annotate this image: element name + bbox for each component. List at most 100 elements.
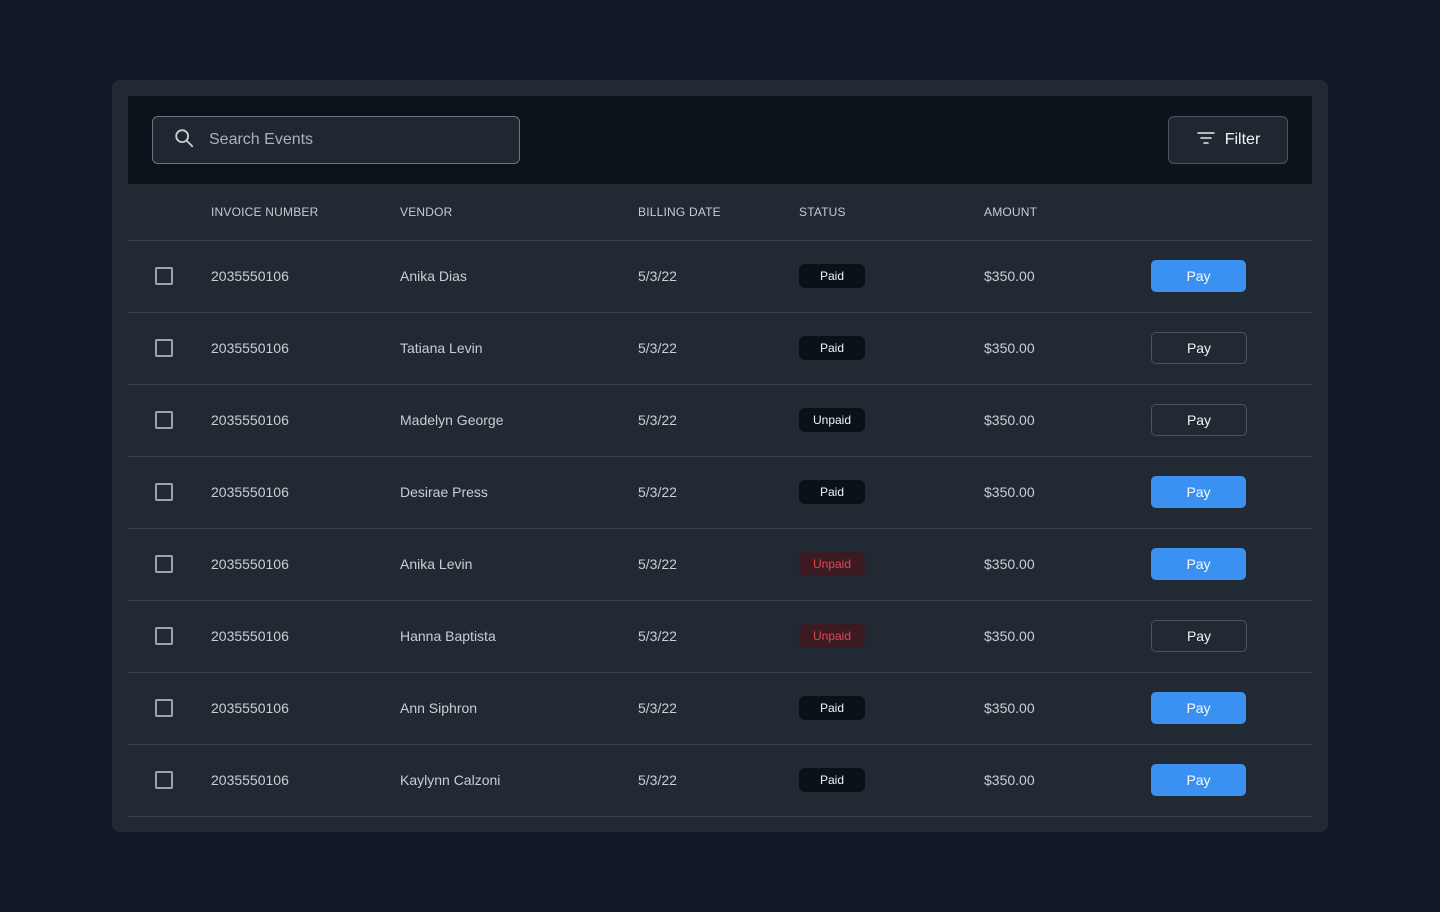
billing-date: 5/3/22 [638,528,799,601]
status-badge: Paid [799,336,865,360]
vendor-name: Anika Levin [400,528,638,601]
row-select-cell [128,384,211,457]
search-input[interactable] [209,131,489,149]
invoice-table: INVOICE NUMBER VENDOR BILLING DATE STATU… [128,184,1312,817]
amount: $350.00 [984,744,1151,817]
vendor-name: Anika Dias [400,240,638,313]
status-cell: Paid [799,456,984,529]
action-cell: Pay [1151,312,1312,385]
pay-button[interactable]: Pay [1151,476,1246,508]
row-checkbox[interactable] [155,267,173,285]
invoice-number: 2035550106 [211,600,400,673]
row-checkbox[interactable] [155,555,173,573]
invoice-number: 2035550106 [211,312,400,385]
pay-button[interactable]: Pay [1151,332,1247,364]
amount: $350.00 [984,528,1151,601]
row-select-cell [128,744,211,817]
filter-button[interactable]: Filter [1168,116,1288,164]
status-badge: Unpaid [799,408,865,432]
table-header-row: INVOICE NUMBER VENDOR BILLING DATE STATU… [128,184,1312,241]
action-cell: Pay [1151,672,1312,745]
pay-button[interactable]: Pay [1151,764,1246,796]
header-vendor: VENDOR [400,184,638,241]
billing-date: 5/3/22 [638,672,799,745]
search-icon [173,127,195,154]
table-row: 2035550106 Anika Levin 5/3/22 Unpaid $350.00… [128,528,1312,601]
status-badge: Paid [799,264,865,288]
vendor-name: Ann Siphron [400,672,638,745]
row-select-cell [128,312,211,385]
vendor-name: Madelyn George [400,384,638,457]
billing-date: 5/3/22 [638,456,799,529]
invoice-number: 2035550106 [211,672,400,745]
billing-date: 5/3/22 [638,600,799,673]
vendor-name: Tatiana Levin [400,312,638,385]
action-cell: Pay [1151,456,1312,529]
amount: $350.00 [984,384,1151,457]
status-cell: Paid [799,312,984,385]
amount: $350.00 [984,456,1151,529]
pay-button[interactable]: Pay [1151,548,1246,580]
header-billing-date: BILLING DATE [638,184,799,241]
vendor-name: Hanna Baptista [400,600,638,673]
header-select [128,184,211,241]
vendor-name: Desirae Press [400,456,638,529]
billing-date: 5/3/22 [638,384,799,457]
status-badge: Paid [799,696,865,720]
header-invoice-number: INVOICE NUMBER [211,184,400,241]
table-row: 2035550106 Madelyn George 5/3/22 Unpaid $350… [128,384,1312,457]
table-row: 2035550106 Desirae Press 5/3/22 Paid $350.00… [128,456,1312,529]
status-badge: Unpaid [799,552,865,576]
table-row: 2035550106 Anika Dias 5/3/22 Paid $350.00 Pay [128,240,1312,313]
amount: $350.00 [984,312,1151,385]
table-row: 2035550106 Hanna Baptista 5/3/22 Unpaid $350… [128,600,1312,673]
invoice-number: 2035550106 [211,384,400,457]
table-toolbar: Filter [128,96,1312,184]
amount: $350.00 [984,240,1151,313]
status-cell: Paid [799,240,984,313]
amount: $350.00 [984,600,1151,673]
status-badge: Paid [799,768,865,792]
row-checkbox[interactable] [155,627,173,645]
amount: $350.00 [984,672,1151,745]
row-checkbox[interactable] [155,483,173,501]
action-cell: Pay [1151,240,1312,313]
row-select-cell [128,672,211,745]
row-select-cell [128,240,211,313]
header-amount: AMOUNT [984,184,1151,241]
pay-button[interactable]: Pay [1151,692,1246,724]
invoice-number: 2035550106 [211,456,400,529]
pay-button[interactable]: Pay [1151,404,1247,436]
row-select-cell [128,600,211,673]
action-cell: Pay [1151,528,1312,601]
status-cell: Paid [799,744,984,817]
row-checkbox[interactable] [155,771,173,789]
status-cell: Unpaid [799,384,984,457]
invoice-card: Filter INVOICE NUMBER VENDOR BILLING DAT… [112,80,1328,832]
row-checkbox[interactable] [155,699,173,717]
invoice-number: 2035550106 [211,528,400,601]
status-cell: Unpaid [799,528,984,601]
filter-icon [1196,128,1225,153]
invoice-number: 2035550106 [211,744,400,817]
action-cell: Pay [1151,744,1312,817]
invoice-number: 2035550106 [211,240,400,313]
table-row: 2035550106 Tatiana Levin 5/3/22 Paid $350.00… [128,312,1312,385]
vendor-name: Kaylynn Calzoni [400,744,638,817]
action-cell: Pay [1151,384,1312,457]
header-status: STATUS [799,184,984,241]
status-cell: Unpaid [799,600,984,673]
pay-button[interactable]: Pay [1151,260,1246,292]
search-box[interactable] [152,116,520,164]
pay-button[interactable]: Pay [1151,620,1247,652]
table-row: 2035550106 Kaylynn Calzoni 5/3/22 Paid $350.… [128,744,1312,817]
action-cell: Pay [1151,600,1312,673]
row-select-cell [128,528,211,601]
row-checkbox[interactable] [155,411,173,429]
row-select-cell [128,456,211,529]
status-cell: Paid [799,672,984,745]
status-badge: Unpaid [799,624,865,648]
billing-date: 5/3/22 [638,312,799,385]
filter-label: Filter [1224,131,1261,148]
row-checkbox[interactable] [155,339,173,357]
